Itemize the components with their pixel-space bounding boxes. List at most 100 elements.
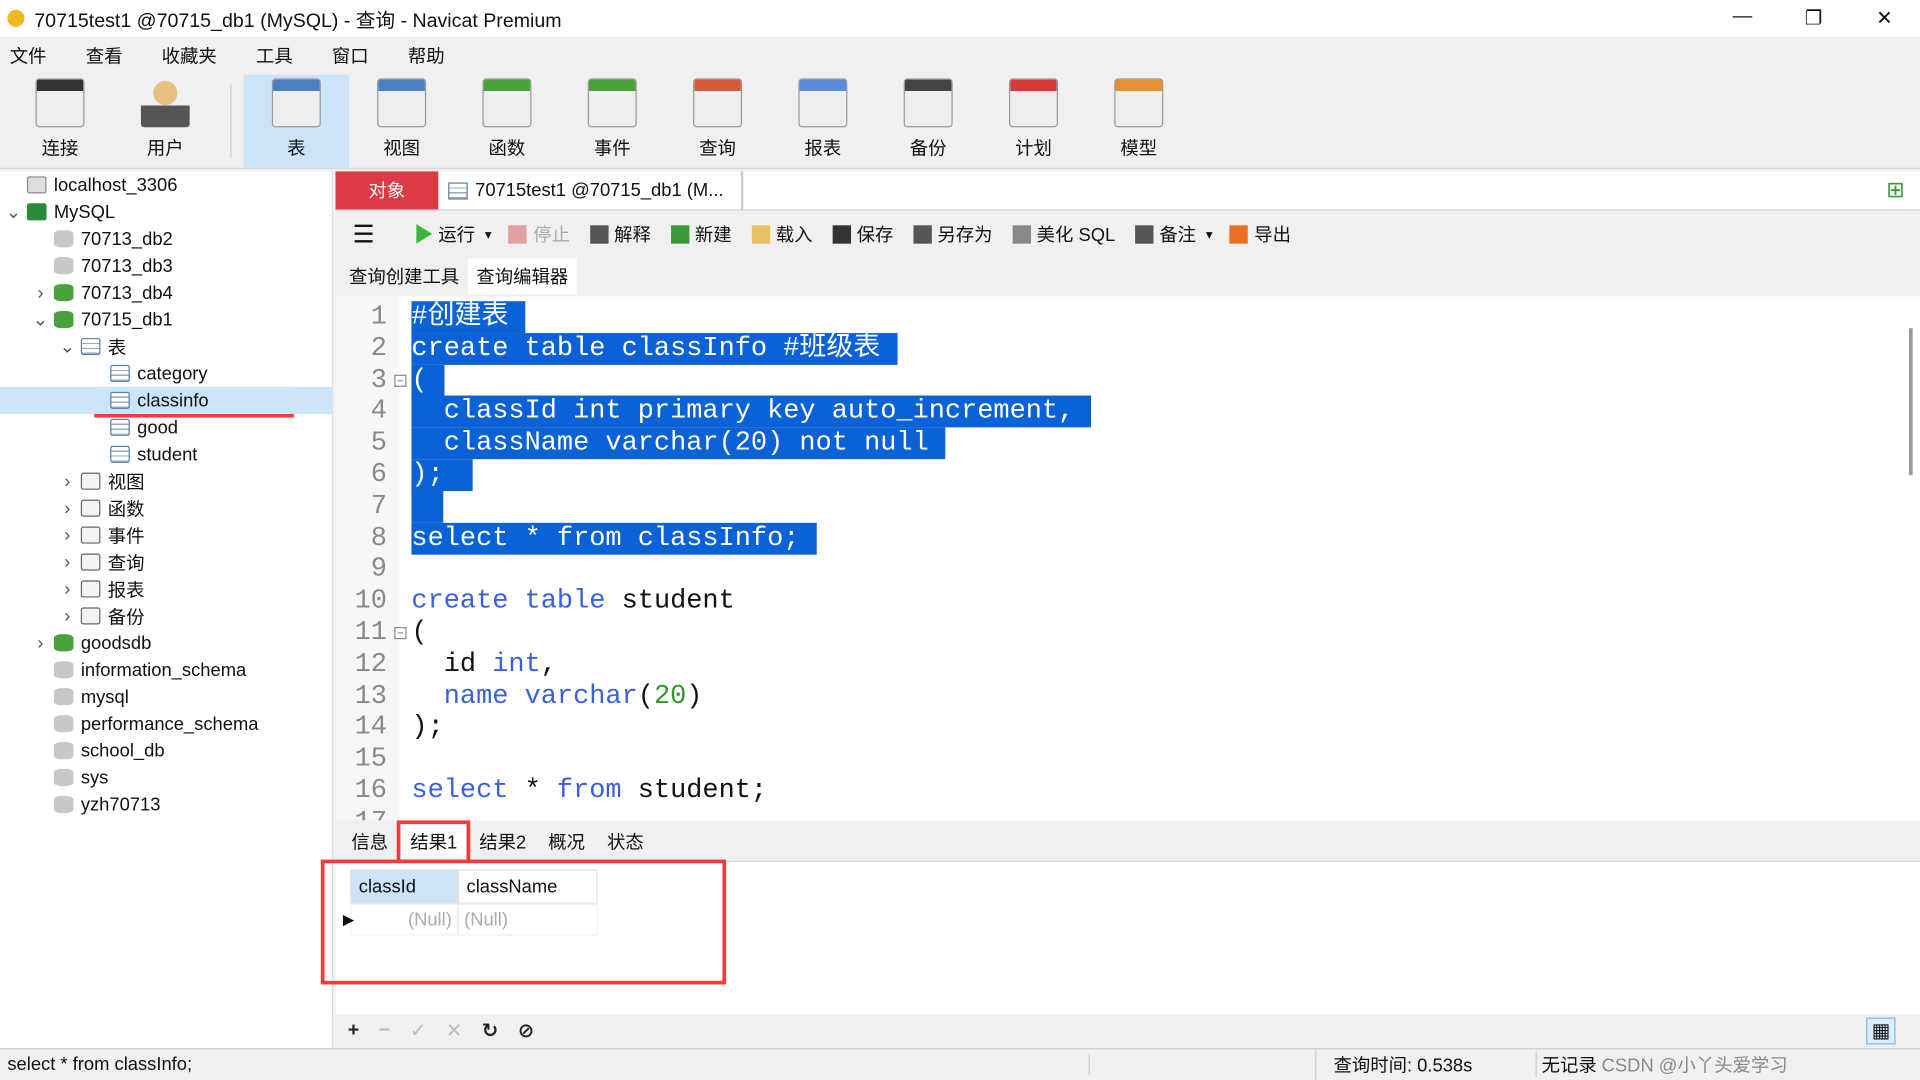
expand-chevron-right-icon[interactable]: › bbox=[59, 498, 76, 519]
expand-chevron-right-icon[interactable]: › bbox=[59, 552, 76, 573]
toolbar-model-button[interactable]: 模型 bbox=[1086, 75, 1191, 168]
tree-item-school_db[interactable]: school_db bbox=[0, 737, 332, 764]
tree-item-label: 70713_db4 bbox=[80, 282, 173, 304]
toolbar-view-button[interactable]: 视图 bbox=[349, 75, 454, 168]
menu-item-1[interactable]: 查看 bbox=[86, 42, 123, 68]
query-comment-button[interactable]: 备注 bbox=[1134, 221, 1197, 247]
expand-chevron-right-icon[interactable]: › bbox=[32, 632, 49, 653]
tree-item-good[interactable]: good bbox=[0, 414, 332, 441]
apply-icon[interactable]: ✓ bbox=[410, 1019, 426, 1043]
toolbar-query-button[interactable]: 查询 bbox=[665, 75, 770, 168]
tree-item-student[interactable]: student bbox=[0, 441, 332, 468]
tree-item-报表[interactable]: › 报表 bbox=[0, 576, 332, 603]
line-number: 13 bbox=[354, 680, 387, 711]
query-load-button[interactable]: 载入 bbox=[751, 221, 813, 247]
result-tab-1[interactable]: 结果1 bbox=[396, 820, 471, 864]
query-time: 查询时间: 0.538s bbox=[1316, 1051, 1537, 1078]
tab-query-builder[interactable]: 查询创建工具 bbox=[340, 258, 467, 294]
tree-item-sys[interactable]: sys bbox=[0, 764, 332, 791]
toolbar-report-button[interactable]: 报表 bbox=[770, 75, 875, 168]
minimize-button[interactable]: — bbox=[1707, 6, 1778, 30]
tree-item-70713_db2[interactable]: 70713_db2 bbox=[0, 225, 332, 252]
toolbar-backup-button[interactable]: 备份 bbox=[876, 75, 981, 168]
stop-icon[interactable]: ⊘ bbox=[518, 1019, 534, 1043]
toolbar-user-button[interactable]: 用户 bbox=[113, 75, 218, 168]
result-tab-2[interactable]: 结果2 bbox=[468, 823, 537, 861]
query-export-button[interactable]: 导出 bbox=[1229, 221, 1291, 247]
discard-icon[interactable]: ✕ bbox=[446, 1019, 462, 1043]
query-toolbar-label: 备注 bbox=[1159, 224, 1197, 246]
expand-chevron-down-icon[interactable]: ⌄ bbox=[59, 336, 76, 358]
query-beautify-button[interactable]: 美化 SQL bbox=[1012, 221, 1115, 247]
tree-item-备份[interactable]: › 备份 bbox=[0, 602, 332, 629]
tree-item-classinfo[interactable]: classinfo bbox=[0, 386, 332, 414]
tree-item-70715_db1[interactable]: ⌄ 70715_db1 bbox=[0, 306, 332, 333]
query-new-button[interactable]: 新建 bbox=[670, 221, 732, 247]
tree-item-label: 函数 bbox=[107, 498, 145, 520]
code-token: ( bbox=[637, 680, 654, 711]
menu-item-0[interactable]: 文件 bbox=[10, 42, 47, 68]
toolbar-schedule-button[interactable]: 计划 bbox=[981, 75, 1086, 168]
query-explain-button[interactable]: 解释 bbox=[589, 221, 651, 247]
menu-item-5[interactable]: 帮助 bbox=[408, 42, 445, 68]
add-record-icon[interactable]: + bbox=[348, 1020, 359, 1042]
expand-chevron-right-icon[interactable]: › bbox=[32, 282, 49, 303]
result-tab-0[interactable]: 信息 bbox=[340, 823, 399, 861]
tree-item-表[interactable]: ⌄ 表 bbox=[0, 333, 332, 360]
tree-item-视图[interactable]: › 视图 bbox=[0, 468, 332, 495]
query-stop-button[interactable]: 停止 bbox=[508, 221, 570, 247]
tree-item-函数[interactable]: › 函数 bbox=[0, 495, 332, 522]
tree-item-information_schema[interactable]: information_schema bbox=[0, 656, 332, 683]
tree-item-mysql[interactable]: mysql bbox=[0, 683, 332, 710]
tree-item-事件[interactable]: › 事件 bbox=[0, 522, 332, 549]
dropdown-arrow-icon[interactable]: ▾ bbox=[485, 226, 492, 242]
delete-record-icon[interactable]: − bbox=[379, 1020, 390, 1042]
save-as-icon bbox=[912, 224, 932, 244]
result-tab-3[interactable]: 概况 bbox=[537, 823, 596, 861]
tab-query-editor[interactable]: 查询编辑器 bbox=[467, 258, 577, 294]
tab-objects[interactable]: 对象 bbox=[335, 171, 439, 210]
fold-toggle-icon[interactable]: − bbox=[394, 374, 407, 387]
tree-item-查询[interactable]: › 查询 bbox=[0, 549, 332, 576]
tree-item-localhost_3306[interactable]: localhost_3306 bbox=[0, 171, 332, 198]
dropdown-arrow-icon[interactable]: ▾ bbox=[1206, 226, 1213, 242]
query-save-button[interactable]: 保存 bbox=[832, 221, 893, 247]
tree-item-70713_db3[interactable]: 70713_db3 bbox=[0, 252, 332, 279]
tree-item-performance_schema[interactable]: performance_schema bbox=[0, 710, 332, 737]
tree-item-category[interactable]: category bbox=[0, 360, 332, 387]
expand-chevron-right-icon[interactable]: › bbox=[59, 525, 76, 546]
maximize-button[interactable]: ❐ bbox=[1778, 6, 1849, 30]
toolbar-table-button[interactable]: 表 bbox=[243, 74, 349, 168]
result-tab-4[interactable]: 状态 bbox=[596, 823, 655, 861]
grid-view-icon[interactable]: ▦ bbox=[1866, 1017, 1896, 1045]
fold-toggle-icon[interactable]: − bbox=[394, 626, 407, 640]
expand-chevron-right-icon[interactable]: › bbox=[59, 606, 76, 627]
tree-item-yzh70713[interactable]: yzh70713 bbox=[0, 791, 332, 818]
menu-item-2[interactable]: 收藏夹 bbox=[162, 42, 217, 68]
menu-icon[interactable]: ☰ bbox=[353, 219, 375, 250]
menu-item-3[interactable]: 工具 bbox=[256, 42, 293, 68]
code-token: int bbox=[492, 648, 541, 680]
toolbar-function-button[interactable]: 函数 bbox=[454, 75, 559, 168]
menu-item-4[interactable]: 窗口 bbox=[332, 42, 369, 68]
tbl-icon bbox=[110, 364, 130, 383]
tree-item-goodsdb[interactable]: › goodsdb bbox=[0, 629, 332, 656]
new-tab-icon[interactable]: ⊞ bbox=[1871, 171, 1920, 210]
tree-item-label: performance_schema bbox=[80, 713, 259, 735]
tree-item-MySQL[interactable]: ⌄ MySQL bbox=[0, 198, 332, 225]
code-text: ); bbox=[411, 459, 474, 492]
tree-item-70713_db4[interactable]: › 70713_db4 bbox=[0, 279, 332, 306]
sql-editor[interactable]: 1 #创建表 2 create table classInfo #班级表 3(−4 cl… bbox=[335, 296, 1920, 821]
event-icon bbox=[80, 526, 101, 544]
expand-chevron-down-icon[interactable]: ⌄ bbox=[32, 309, 49, 331]
expand-chevron-right-icon[interactable]: › bbox=[59, 471, 76, 492]
refresh-icon[interactable]: ↻ bbox=[482, 1019, 498, 1043]
query-run-button[interactable]: 运行 bbox=[416, 221, 475, 247]
query-save-as-button[interactable]: 另存为 bbox=[912, 221, 993, 247]
tab-query[interactable]: 70715test1 @70715_db1 (M... bbox=[438, 171, 743, 210]
expand-chevron-down-icon[interactable]: ⌄ bbox=[5, 201, 22, 223]
expand-chevron-right-icon[interactable]: › bbox=[59, 579, 76, 600]
toolbar-event-button[interactable]: 事件 bbox=[560, 75, 665, 168]
toolbar-plug-button[interactable]: 连接 bbox=[7, 75, 112, 168]
close-button[interactable]: ✕ bbox=[1849, 6, 1920, 30]
